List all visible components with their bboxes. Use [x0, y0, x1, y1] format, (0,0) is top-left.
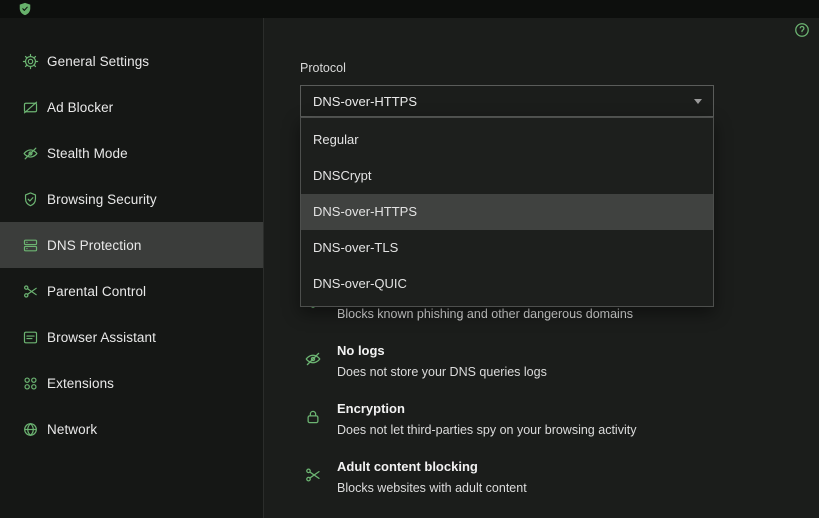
feature-title: Adult content blocking	[337, 458, 527, 476]
dropdown-option-dns-over-tls[interactable]: DNS-over-TLS	[301, 230, 713, 266]
sidebar-item-network[interactable]: Network	[0, 406, 263, 452]
scissors-icon	[22, 283, 39, 300]
adguard-logo-icon	[18, 2, 32, 16]
browser-window-icon	[22, 329, 39, 346]
feature-description: Blocks websites with adult content	[337, 479, 527, 497]
sidebar-item-label: Browser Assistant	[47, 330, 156, 345]
title-bar	[0, 0, 819, 18]
support-icon[interactable]	[793, 21, 811, 39]
ad-blocker-icon	[22, 99, 39, 116]
protocol-select-value: DNS-over-HTTPS	[313, 94, 417, 109]
protocol-label: Protocol	[300, 61, 346, 75]
sidebar-item-parental-control[interactable]: Parental Control	[0, 268, 263, 314]
sidebar-item-label: Browsing Security	[47, 192, 157, 207]
sidebar-item-general-settings[interactable]: General Settings	[0, 38, 263, 84]
feature-description: Does not let third-parties spy on your b…	[337, 421, 636, 439]
sidebar-item-extensions[interactable]: Extensions	[0, 360, 263, 406]
stealth-eye-icon	[22, 145, 39, 162]
dropdown-option-regular[interactable]: Regular	[301, 122, 713, 158]
feature-title: Encryption	[337, 400, 636, 418]
protocol-dropdown-panel: Regular DNSCrypt DNS-over-HTTPS DNS-over…	[300, 117, 714, 307]
dropdown-option-dns-over-https[interactable]: DNS-over-HTTPS	[301, 194, 713, 230]
no-logs-eye-icon	[304, 350, 322, 368]
sidebar-item-label: Extensions	[47, 376, 114, 391]
sidebar-item-stealth-mode[interactable]: Stealth Mode	[0, 130, 263, 176]
dns-protection-page: Protocol DNS-over-HTTPS Blocks known phi…	[264, 18, 819, 518]
gear-icon	[22, 53, 39, 70]
sidebar-item-label: Stealth Mode	[47, 146, 128, 161]
scissors-icon	[304, 466, 322, 484]
sidebar-item-dns-protection[interactable]: DNS Protection	[0, 222, 263, 268]
feature-encryption: Encryption Does not let third-parties sp…	[304, 400, 636, 439]
feature-description: Blocks known phishing and other dangerou…	[337, 305, 633, 323]
shield-check-icon	[22, 191, 39, 208]
chevron-down-icon	[694, 99, 702, 104]
sidebar-item-label: Network	[47, 422, 97, 437]
sidebar-item-browser-assistant[interactable]: Browser Assistant	[0, 314, 263, 360]
dropdown-option-dns-over-quic[interactable]: DNS-over-QUIC	[301, 266, 713, 302]
sidebar-item-label: Ad Blocker	[47, 100, 113, 115]
protocol-select[interactable]: DNS-over-HTTPS	[300, 85, 714, 117]
feature-title: No logs	[337, 342, 547, 360]
lock-icon	[304, 408, 322, 426]
feature-adult-content-blocking: Adult content blocking Blocks websites w…	[304, 458, 527, 497]
sidebar-item-browsing-security[interactable]: Browsing Security	[0, 176, 263, 222]
sidebar-item-label: General Settings	[47, 54, 149, 69]
dropdown-option-dnscrypt[interactable]: DNSCrypt	[301, 158, 713, 194]
sidebar-item-label: DNS Protection	[47, 238, 141, 253]
dns-server-icon	[22, 237, 39, 254]
sidebar: General Settings Ad Blocker Stealth Mode	[0, 18, 264, 518]
sidebar-item-ad-blocker[interactable]: Ad Blocker	[0, 84, 263, 130]
feature-description: Does not store your DNS queries logs	[337, 363, 547, 381]
sidebar-item-label: Parental Control	[47, 284, 146, 299]
extensions-grid-icon	[22, 375, 39, 392]
feature-no-logs: No logs Does not store your DNS queries …	[304, 342, 547, 381]
globe-icon	[22, 421, 39, 438]
